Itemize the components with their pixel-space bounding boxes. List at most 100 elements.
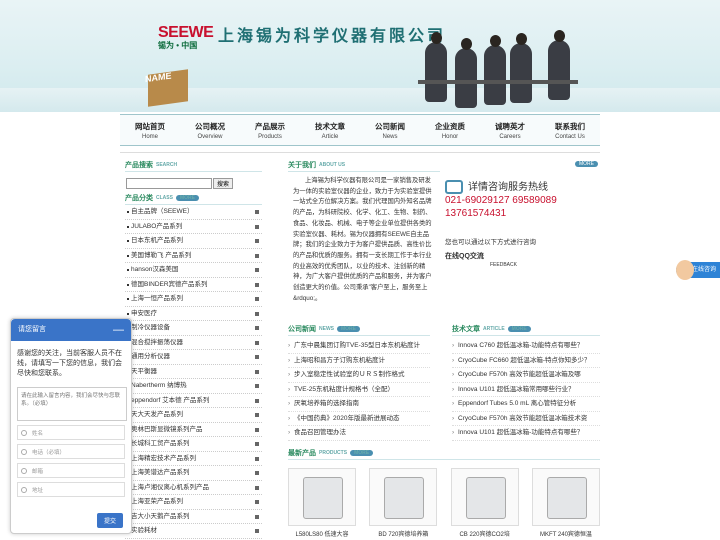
person-figure: [455, 38, 477, 108]
category-item[interactable]: 奥林巴斯显微镜系列产品: [125, 423, 262, 437]
article-item[interactable]: CryoCube FC660 超低温冰箱-特点你知多少？: [452, 354, 600, 368]
box-label: NAME: [145, 70, 172, 85]
news-item[interactable]: TVE-25东机粘度计规格书（全配）: [288, 383, 430, 397]
category-item[interactable]: Nabertherm 纳博热: [125, 379, 262, 394]
products-header: 最新产品 PRODUCTS MORE: [288, 446, 600, 460]
news-title: 公司新闻: [288, 325, 316, 333]
products-more-button[interactable]: MORE: [350, 449, 374, 456]
online-consult-button[interactable]: 在线咨询: [676, 260, 720, 280]
category-item[interactable]: 长城科工贸产品系列: [125, 437, 262, 452]
category-item[interactable]: hanson汉森美国: [125, 263, 262, 278]
news-item[interactable]: 《中国药典》2020年版最新进展动态: [288, 412, 430, 426]
name-field[interactable]: 姓名: [17, 425, 125, 440]
category-item[interactable]: 上海精宏技术产品系列: [125, 452, 262, 466]
about-title-en: ABOUT US: [319, 161, 346, 168]
category-item[interactable]: 实验耗材: [125, 524, 262, 539]
category-item[interactable]: JULABO产品系列: [125, 220, 262, 234]
category-item[interactable]: eppendorf 艾本德 产品系列: [125, 394, 262, 408]
category-item[interactable]: 天平衡器: [125, 365, 262, 379]
news-item[interactable]: 步入室稳定性试验室的ＵＲＳ制作格式: [288, 368, 430, 383]
nav-news[interactable]: 公司新闻 News: [375, 115, 405, 145]
article-item[interactable]: CryoCube F570h 高效节能超低温冰箱技术资: [452, 412, 600, 426]
product-card[interactable]: MKFT 240宾德恒温: [531, 468, 600, 538]
product-image[interactable]: [369, 468, 438, 526]
product-image[interactable]: [531, 468, 600, 526]
category-item[interactable]: 通用分析仪器: [125, 350, 262, 365]
qq-link[interactable]: 在线QQ交流: [445, 251, 600, 261]
category-item[interactable]: 混合搅拌振荡仪器: [125, 336, 262, 350]
product-name[interactable]: BD 720宾德培养箱: [369, 529, 437, 538]
person-figure: [425, 32, 447, 102]
category-item[interactable]: 上海卢湘仪离心机系列产品: [125, 481, 262, 495]
nav-home[interactable]: 网站首页 Home: [135, 115, 165, 145]
message-textarea[interactable]: [17, 387, 127, 421]
category-list: 自主品牌（SEEWE） JULABO产品系列 日本东机产品系列 美国博勒飞 产品…: [125, 205, 262, 539]
class-title: 产品分类: [125, 194, 153, 202]
nav-contact[interactable]: 联系我们 Contact Us: [555, 115, 585, 145]
article-more-button[interactable]: MORE: [507, 325, 531, 332]
product-name[interactable]: CB 220宾德CO2培: [451, 529, 519, 538]
phone-icon: [21, 448, 27, 455]
email-field[interactable]: 邮箱: [17, 463, 125, 478]
category-item[interactable]: 日本东机产品系列: [125, 234, 262, 249]
about-section: 关于我们 ABOUT US 上海锡为科学仪器有限公司是一家销售及研发为一体的实验室…: [288, 158, 440, 304]
category-item[interactable]: 申安医疗: [125, 307, 262, 321]
location-icon: [21, 486, 27, 493]
product-name[interactable]: L580LS80 低速大容: [288, 529, 356, 538]
category-item[interactable]: 德国BINDER宾德产品系列: [125, 278, 262, 292]
news-item[interactable]: 食品召回管理办法: [288, 426, 430, 441]
article-item[interactable]: Innova U101 超低温冰箱常用哪些行业？: [452, 383, 600, 397]
article-item[interactable]: Innova C760 超低温冰箱-功能特点有哪些？: [452, 339, 600, 354]
search-button[interactable]: 搜索: [213, 178, 234, 189]
category-item[interactable]: 美国博勒飞 产品系列: [125, 249, 262, 263]
category-item[interactable]: 上海美谱达产品系列: [125, 466, 262, 481]
product-name[interactable]: MKFT 240宾德恒温: [532, 529, 600, 538]
nav-overview[interactable]: 公司概况 Overview: [195, 115, 225, 145]
message-widget: 请您留言 — 感谢您的关注，当前客服人员不在线，请填写一下您的信息，我们会尽快和您…: [10, 318, 132, 534]
news-item[interactable]: 上海昭和昌方子订购东机粘度计: [288, 354, 430, 368]
category-item[interactable]: 吉大小天鹅产品系列: [125, 510, 262, 524]
search-title: 产品搜索: [125, 161, 153, 169]
nav-careers[interactable]: 诚聘英才 Careers: [495, 115, 525, 145]
article-title: 技术文章: [452, 325, 480, 333]
nav-article[interactable]: 技术文章 Article: [315, 115, 345, 145]
nav-products[interactable]: 产品展示 Products: [255, 115, 285, 145]
minimize-button[interactable]: —: [113, 319, 124, 341]
product-card[interactable]: CB 220宾德CO2培: [450, 468, 519, 538]
message-title: 请您留言: [18, 326, 46, 333]
product-image[interactable]: [450, 468, 519, 526]
category-item[interactable]: 上海亚荣产品系列: [125, 495, 262, 510]
news-header: 公司新闻 NEWS MORE: [288, 322, 430, 336]
address-field[interactable]: 地址: [17, 482, 125, 497]
about-more-button[interactable]: MORE: [575, 161, 598, 167]
article-item[interactable]: CryoCube F570h 高效节能超低温冰箱及哪: [452, 368, 600, 383]
search-input[interactable]: [126, 178, 212, 189]
submit-button[interactable]: 提交: [96, 513, 123, 528]
article-item[interactable]: Innova U101 超低温冰箱-功能特点有哪些？: [452, 426, 600, 441]
products-title-en: PRODUCTS: [319, 449, 348, 456]
news-item[interactable]: 广东中晨集团订购TVE-35型日本东机粘度计: [288, 339, 430, 354]
article-item[interactable]: Eppendorf Tubes 5.0 mL 离心管特征分析: [452, 397, 600, 412]
divider: [120, 152, 600, 153]
news-more-button[interactable]: MORE: [337, 325, 360, 332]
category-item[interactable]: 上海一恒产品系列: [125, 292, 262, 307]
qq-brand: FEEDBACK: [490, 262, 517, 268]
category-item[interactable]: 制冷仪器设备: [125, 321, 262, 336]
logo[interactable]: SEEWE 锡为 • 中国: [158, 24, 214, 51]
product-image[interactable]: [288, 468, 356, 526]
category-item[interactable]: 自主品牌（SEEWE）: [125, 205, 262, 220]
product-card[interactable]: BD 720宾德培养箱: [369, 468, 438, 538]
class-more-button[interactable]: MORE: [175, 194, 199, 201]
nav-honor[interactable]: 企业资质 Honor: [435, 115, 465, 145]
name-box-graphic: NAME: [145, 69, 188, 107]
about-header: 关于我们 ABOUT US: [288, 158, 440, 172]
products-section: 最新产品 PRODUCTS MORE L580LS80 低速大容 BD 720宾德培…: [288, 446, 600, 538]
class-title-en: CLASS: [156, 194, 173, 201]
category-item[interactable]: 天大天发产品系列: [125, 408, 262, 423]
search-title-en: SEARCH: [156, 161, 178, 168]
article-list: Innova C760 超低温冰箱-功能特点有哪些？ CryoCube FC66…: [452, 339, 600, 441]
phone-field[interactable]: 电话（必填）: [17, 444, 125, 459]
news-item[interactable]: 厌氧培养箱的选择指南: [288, 397, 430, 412]
product-card[interactable]: L580LS80 低速大容: [288, 468, 356, 538]
about-title: 关于我们: [288, 161, 316, 169]
